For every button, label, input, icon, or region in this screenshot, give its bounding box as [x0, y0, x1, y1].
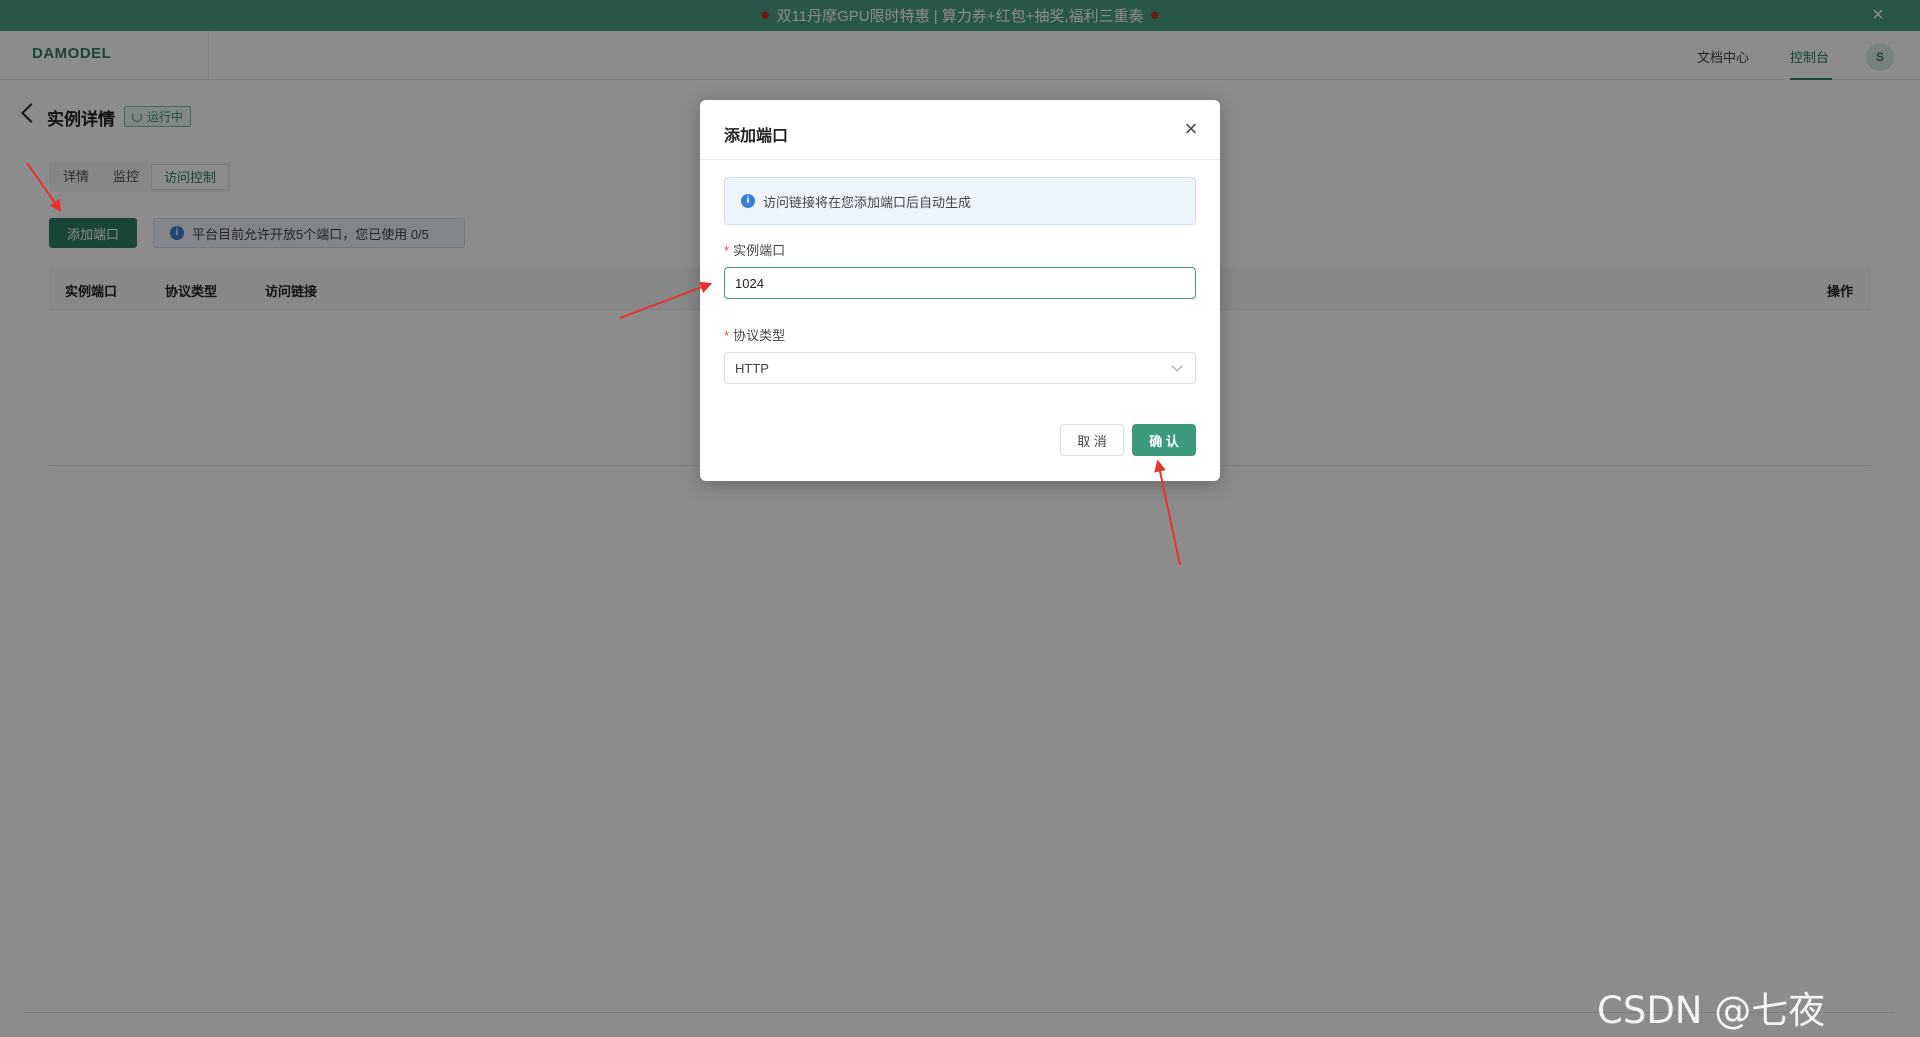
instance-port-input[interactable]	[724, 267, 1196, 299]
info-icon: i	[741, 194, 755, 208]
dialog-header: 添加端口 ×	[700, 100, 1220, 160]
app-root: ✸ 双11丹摩GPU限时特惠 | 算力券+红包+抽奖,福利三重奏 ✸ × DAM…	[0, 0, 1920, 1037]
close-icon[interactable]: ×	[1180, 118, 1202, 140]
protocol-value: HTTP	[735, 360, 769, 376]
cancel-button[interactable]: 取 消	[1060, 424, 1124, 456]
alert-text: 访问链接将在您添加端口后自动生成	[763, 194, 972, 210]
protocol-select[interactable]: HTTP	[724, 352, 1196, 384]
port-label: * 实例端口	[724, 240, 785, 259]
confirm-button[interactable]: 确 认	[1132, 424, 1196, 456]
dialog-alert: i 访问链接将在您添加端口后自动生成	[724, 177, 1196, 225]
protocol-label: * 协议类型	[724, 325, 785, 344]
required-mark: *	[724, 328, 730, 343]
protocol-label-text: 协议类型	[733, 328, 786, 343]
dialog-title: 添加端口	[724, 128, 789, 145]
port-label-text: 实例端口	[733, 243, 786, 258]
required-mark: *	[724, 243, 730, 258]
chevron-down-icon	[1171, 360, 1183, 372]
add-port-dialog: 添加端口 × i 访问链接将在您添加端口后自动生成 *实例端口 *协议类型 HT…	[700, 100, 1220, 481]
watermark: CSDN @七夜zippoe	[1597, 989, 1826, 1037]
